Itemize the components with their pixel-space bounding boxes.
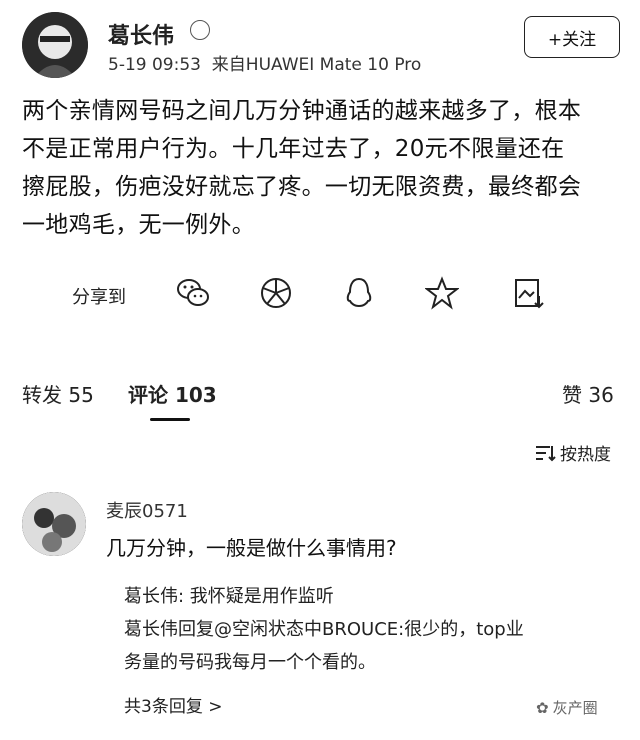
commenter-avatar-image <box>22 492 86 556</box>
share-label: 分享到 <box>72 287 126 308</box>
tab-repost[interactable]: 转发 55 <box>22 379 94 408</box>
commenter-avatar[interactable] <box>22 492 86 556</box>
author-avatar-image <box>22 12 88 78</box>
post-body: 两个亲情网号码之间几万分钟通话的越来越多了，根本 不是正常用户行为。十几年过去了… <box>22 92 622 244</box>
comment-text: 几万分钟，一般是做什么事情用? <box>106 536 397 560</box>
commenter-name[interactable]: 麦辰0571 <box>106 497 188 523</box>
post-line: 擦屁股，伤疤没好就忘了疼。一切无限资费，最终都会 <box>22 174 582 200</box>
sort-toggle[interactable]: 按热度 <box>534 440 611 465</box>
wechat-icon[interactable] <box>176 276 210 310</box>
post-line: 两个亲情网号码之间几万分钟通话的越来越多了，根本 <box>22 98 582 124</box>
verified-icon <box>190 20 210 40</box>
post-line: 一地鸡毛，无一例外。 <box>22 212 255 238</box>
sort-icon <box>536 445 556 461</box>
qzone-star-icon[interactable] <box>425 276 459 310</box>
wechat-logo-icon: ✿ <box>536 698 549 717</box>
tab-likes[interactable]: 赞 36 <box>562 379 614 408</box>
author-avatar[interactable] <box>22 12 88 78</box>
save-image-icon[interactable] <box>512 276 546 310</box>
reply-item[interactable]: 葛长伟: 我怀疑是用作监听 <box>124 580 624 613</box>
tab-comments[interactable]: 评论 103 <box>128 379 217 408</box>
follow-button[interactable]: +关注 <box>524 16 620 58</box>
reply-item[interactable]: 葛长伟回复@空闲状态中BROUCE:很少的，top业 <box>124 613 624 646</box>
post-meta: 5-19 09:53 来自HUAWEI Mate 10 Pro <box>108 55 422 75</box>
watermark: ✿ 灰产圈 <box>536 697 598 718</box>
watermark-text: 灰产圈 <box>552 699 598 717</box>
post-line: 不是正常用户行为。十几年过去了，20元不限量还在 <box>22 136 565 162</box>
author-name[interactable]: 葛长伟 <box>108 18 174 50</box>
reply-list: 葛长伟: 我怀疑是用作监听 葛长伟回复@空闲状态中BROUCE:很少的，top业… <box>124 580 624 679</box>
more-replies-link[interactable]: 共3条回复 > <box>124 692 222 717</box>
active-tab-indicator <box>150 418 190 421</box>
sort-label: 按热度 <box>560 445 611 465</box>
qq-icon[interactable] <box>342 276 376 310</box>
moments-icon[interactable] <box>259 276 293 310</box>
reply-item[interactable]: 务量的号码我每月一个个看的。 <box>124 646 624 679</box>
